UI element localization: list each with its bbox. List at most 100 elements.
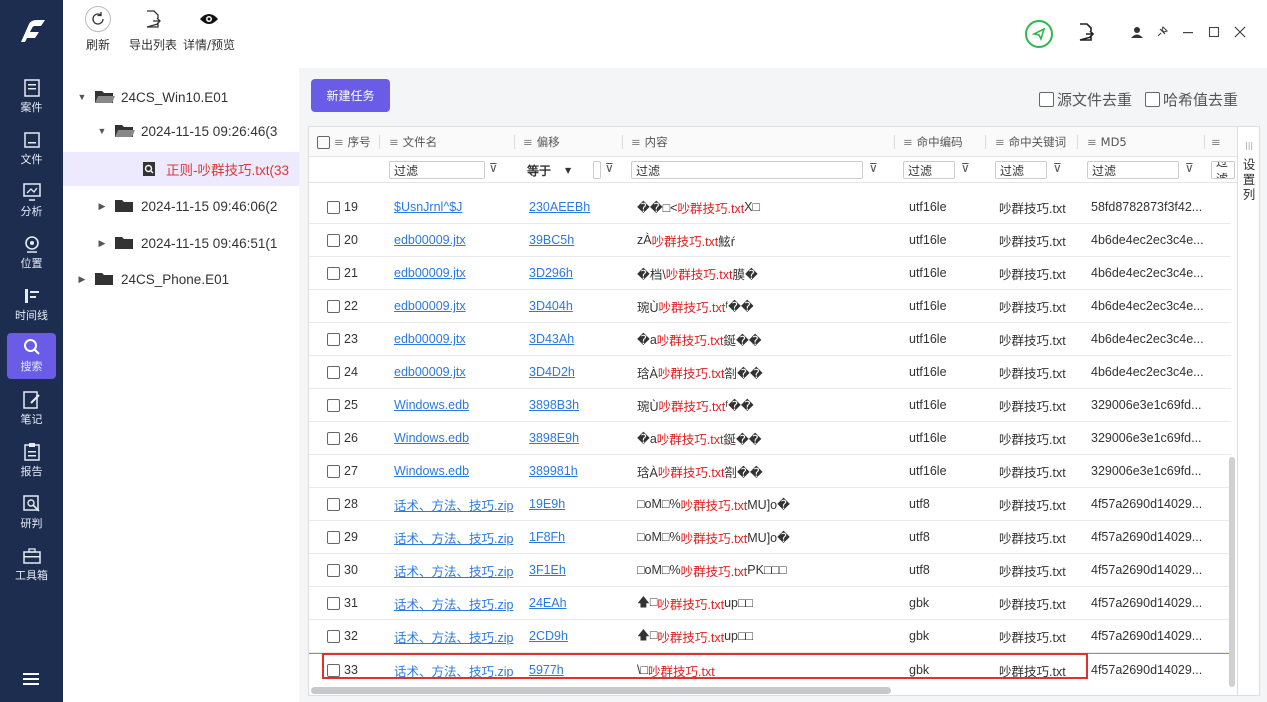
table-row[interactable]: 29 话术、方法、技巧.zip 1F8Fh □oM□% 吵群技巧.txt MU]o� utf… bbox=[309, 521, 1231, 554]
chevron-down-icon[interactable]: ▼ bbox=[75, 92, 89, 102]
rail-item-case[interactable]: 案件 bbox=[7, 74, 56, 120]
header-content[interactable]: ≡ 内容 bbox=[631, 127, 668, 157]
header-filename[interactable]: ≡ 文件名 bbox=[389, 127, 437, 157]
rail-item-file[interactable]: 文件 bbox=[7, 126, 56, 172]
row-filename-link[interactable]: edb00009.jtx bbox=[394, 233, 466, 247]
row-checkbox[interactable] bbox=[327, 431, 340, 445]
dedup-hash-checkbox[interactable]: 哈希值去重 bbox=[1145, 89, 1238, 110]
row-checkbox[interactable] bbox=[327, 596, 340, 610]
column-menu-icon[interactable]: ≡ bbox=[995, 135, 1005, 149]
dedup-source-checkbox[interactable]: 源文件去重 bbox=[1039, 89, 1132, 110]
rail-item-judge[interactable]: 研判 bbox=[7, 490, 56, 536]
row-filename-link[interactable]: edb00009.jtx bbox=[394, 332, 466, 346]
refresh-button[interactable]: 刷新 bbox=[85, 6, 111, 53]
row-offset-link[interactable]: 3D404h bbox=[529, 299, 573, 313]
row-checkbox[interactable] bbox=[327, 497, 340, 511]
checkbox-icon[interactable] bbox=[1039, 92, 1054, 107]
table-row[interactable]: 24 edb00009.jtx 3D4D2h 琀À 吵群技巧.txt 劄�� utf16le… bbox=[309, 356, 1231, 389]
content-filter-input[interactable]: 过滤 bbox=[631, 161, 863, 179]
table-row[interactable]: 31 话术、方法、技巧.zip 24EAh 🡅□ 吵群技巧.txt up□□ gbk 吵群技巧… bbox=[309, 587, 1231, 620]
pin-icon[interactable] bbox=[1155, 25, 1169, 43]
row-filename-link[interactable]: edb00009.jtx bbox=[394, 266, 466, 280]
row-filename-link[interactable]: edb00009.jtx bbox=[394, 299, 466, 313]
chevron-right-icon[interactable]: ▶ bbox=[95, 201, 109, 212]
more-filter-input[interactable]: 过滤 bbox=[1211, 161, 1235, 179]
tree-node-phone[interactable]: ▶ 24CS_Phone.E01 bbox=[75, 262, 299, 296]
user-icon[interactable] bbox=[1131, 26, 1143, 42]
row-offset-link[interactable]: 24EAh bbox=[529, 596, 567, 610]
table-row[interactable]: 28 话术、方法、技巧.zip 19E9h □oM□% 吵群技巧.txt MU]o� utf… bbox=[309, 488, 1231, 521]
offset-operator-select[interactable]: 等于 ▼ bbox=[523, 161, 585, 179]
column-menu-icon[interactable]: ≡ bbox=[389, 135, 399, 149]
status-check-icon[interactable] bbox=[1025, 20, 1053, 48]
row-filename-link[interactable]: edb00009.jtx bbox=[394, 365, 466, 379]
row-checkbox[interactable] bbox=[327, 365, 340, 379]
md5-filter-input[interactable]: 过滤 bbox=[1087, 161, 1179, 179]
header-offset[interactable]: ≡ 偏移 bbox=[523, 127, 560, 157]
new-task-button[interactable]: 新建任务 bbox=[311, 79, 390, 112]
checkbox-icon[interactable] bbox=[317, 135, 330, 149]
filter-icon[interactable]: ⊽ bbox=[869, 161, 878, 175]
row-offset-link[interactable]: 2CD9h bbox=[529, 629, 568, 643]
row-filename-link[interactable]: 话术、方法、技巧.zip bbox=[394, 594, 513, 613]
row-filename-link[interactable]: 话术、方法、技巧.zip bbox=[394, 627, 513, 646]
rail-item-search[interactable]: 搜索 bbox=[7, 333, 56, 379]
filter-icon[interactable]: ⊽ bbox=[961, 161, 970, 175]
row-checkbox[interactable] bbox=[327, 530, 340, 544]
column-menu-icon[interactable]: ≡ bbox=[334, 135, 344, 149]
row-checkbox[interactable] bbox=[327, 464, 340, 478]
table-row[interactable]: 22 edb00009.jtx 3D404h 琬Ù 吵群技巧.txt ᶠ�� utf16le… bbox=[309, 290, 1231, 323]
table-row[interactable]: 20 edb00009.jtx 39BC5h zÀ 吵群技巧.txt 鮌ŕ utf16le 吵… bbox=[309, 224, 1231, 257]
encoding-filter-input[interactable]: 过滤 bbox=[903, 161, 955, 179]
column-menu-icon[interactable]: ≡ bbox=[903, 135, 913, 149]
row-filename-link[interactable]: Windows.edb bbox=[394, 464, 469, 478]
row-checkbox[interactable] bbox=[327, 629, 340, 643]
row-checkbox[interactable] bbox=[327, 332, 340, 346]
table-row[interactable]: 32 话术、方法、技巧.zip 2CD9h 🡅□ 吵群技巧.txt up□□ gbk 吵群技巧… bbox=[309, 620, 1231, 653]
row-offset-link[interactable]: 3898E9h bbox=[529, 431, 579, 445]
row-filename-link[interactable]: 话术、方法、技巧.zip bbox=[394, 495, 513, 514]
column-menu-icon[interactable]: ≡ bbox=[523, 135, 533, 149]
filter-icon[interactable]: ⊽ bbox=[1185, 161, 1194, 175]
row-checkbox[interactable] bbox=[327, 398, 340, 412]
horizontal-scrollbar[interactable] bbox=[311, 687, 891, 694]
row-filename-link[interactable]: Windows.edb bbox=[394, 431, 469, 445]
tree-node-session-3[interactable]: ▶ 2024-11-15 09:46:51(1 bbox=[95, 226, 299, 260]
column-menu-icon[interactable]: ≡ bbox=[1087, 135, 1097, 149]
row-offset-link[interactable]: 3898B3h bbox=[529, 398, 579, 412]
header-select-all[interactable]: ≡ 序号 bbox=[317, 127, 371, 157]
row-checkbox[interactable] bbox=[327, 200, 340, 214]
header-keyword[interactable]: ≡ 命中关键词 bbox=[995, 127, 1066, 157]
row-offset-link[interactable]: 3D4D2h bbox=[529, 365, 575, 379]
row-checkbox[interactable] bbox=[327, 233, 340, 247]
row-filename-link[interactable]: 话术、方法、技巧.zip bbox=[394, 528, 513, 547]
row-offset-link[interactable]: 1F8Fh bbox=[529, 530, 565, 544]
keyword-filter-input[interactable]: 过滤 bbox=[995, 161, 1047, 179]
row-offset-link[interactable]: 19E9h bbox=[529, 497, 565, 511]
table-row[interactable]: 25 Windows.edb 3898B3h 琬Ù 吵群技巧.txt ᶠ�� utf16le… bbox=[309, 389, 1231, 422]
row-offset-link[interactable]: 3F1Eh bbox=[529, 563, 566, 577]
vertical-scrollbar[interactable] bbox=[1229, 457, 1235, 687]
filter-icon[interactable]: ⊽ bbox=[489, 161, 498, 175]
row-offset-link[interactable]: 3D43Ah bbox=[529, 332, 574, 346]
column-menu-icon[interactable]: ≡ bbox=[631, 135, 641, 149]
row-offset-link[interactable]: 389981h bbox=[529, 464, 578, 478]
row-checkbox[interactable] bbox=[327, 563, 340, 577]
table-row[interactable]: 26 Windows.edb 3898E9h �a 吵群技巧.txt 鋋�� utf16le… bbox=[309, 422, 1231, 455]
rail-item-timeline[interactable]: 时间线 bbox=[7, 282, 56, 328]
rail-item-analysis[interactable]: 分析 bbox=[7, 178, 56, 224]
close-icon[interactable] bbox=[1233, 25, 1247, 43]
filter-icon[interactable]: ⊽ bbox=[605, 161, 614, 175]
row-offset-link[interactable]: 230AEEBh bbox=[529, 200, 590, 214]
tree-node-win10[interactable]: ▼ 24CS_Win10.E01 bbox=[75, 80, 299, 114]
table-row[interactable]: 21 edb00009.jtx 3D296h �档\ 吵群技巧.txt 膜� utf16le… bbox=[309, 257, 1231, 290]
row-filename-link[interactable]: 话术、方法、技巧.zip bbox=[394, 561, 513, 580]
row-offset-link[interactable]: 3D296h bbox=[529, 266, 573, 280]
header-more[interactable]: ≡ bbox=[1211, 127, 1225, 157]
table-row[interactable]: 30 话术、方法、技巧.zip 3F1Eh □oM□% 吵群技巧.txt PK□□□ utf… bbox=[309, 554, 1231, 587]
column-settings-tab[interactable]: ||| 设置列 bbox=[1238, 126, 1260, 696]
table-row[interactable]: 19 $UsnJrnl^$J 230AEEBh ��□< 吵群技巧.txt X□ utf16… bbox=[309, 191, 1231, 224]
tree-node-session-2[interactable]: ▶ 2024-11-15 09:46:06(2 bbox=[95, 189, 299, 223]
table-row[interactable]: 27 Windows.edb 389981h 琀À 吵群技巧.txt 劄�� utf16le… bbox=[309, 455, 1231, 488]
table-row[interactable]: 23 edb00009.jtx 3D43Ah �a 吵群技巧.txt 鋋�� utf16le… bbox=[309, 323, 1231, 356]
